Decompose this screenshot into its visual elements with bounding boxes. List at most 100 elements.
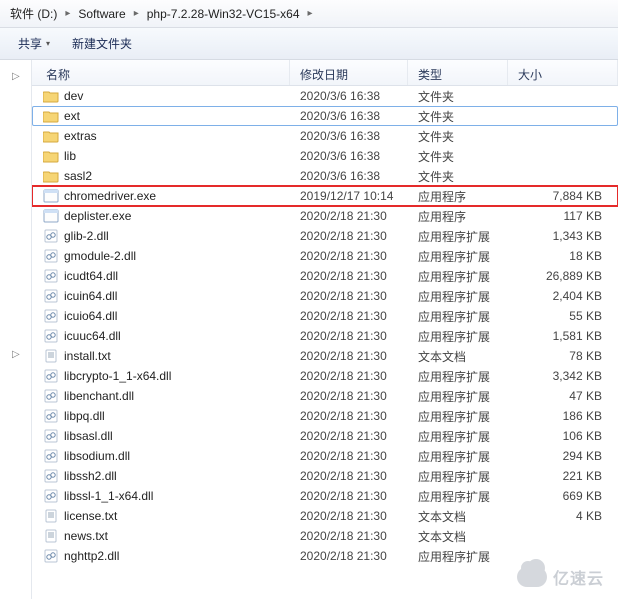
file-row[interactable]: dev2020/3/6 16:38文件夹 — [32, 86, 618, 106]
dll-icon — [42, 548, 60, 564]
txt-icon — [42, 528, 60, 544]
breadcrumb-folder1[interactable]: Software — [72, 3, 131, 25]
file-type: 应用程序扩展 — [418, 368, 528, 385]
tree-pane[interactable]: ▷ ▷ — [0, 60, 32, 599]
cloud-icon — [517, 567, 547, 587]
file-name: install.txt — [64, 349, 300, 363]
file-date: 2020/3/6 16:38 — [300, 89, 418, 103]
file-row[interactable]: ext2020/3/6 16:38文件夹 — [32, 106, 618, 126]
file-row[interactable]: icuio64.dll2020/2/18 21:30应用程序扩展55 KB — [32, 306, 618, 326]
folder-icon — [42, 148, 60, 164]
file-size: 26,889 KB — [528, 269, 618, 283]
file-name: glib-2.dll — [64, 229, 300, 243]
file-date: 2020/2/18 21:30 — [300, 449, 418, 463]
file-row[interactable]: libpq.dll2020/2/18 21:30应用程序扩展186 KB — [32, 406, 618, 426]
dll-icon — [42, 408, 60, 424]
file-row[interactable]: icuuc64.dll2020/2/18 21:30应用程序扩展1,581 KB — [32, 326, 618, 346]
file-row[interactable]: license.txt2020/2/18 21:30文本文档4 KB — [32, 506, 618, 526]
file-name: icuio64.dll — [64, 309, 300, 323]
file-name: nghttp2.dll — [64, 549, 300, 563]
file-row[interactable]: libsodium.dll2020/2/18 21:30应用程序扩展294 KB — [32, 446, 618, 466]
file-row[interactable]: libenchant.dll2020/2/18 21:30应用程序扩展47 KB — [32, 386, 618, 406]
breadcrumb[interactable]: 软件 (D:) ▸ Software ▸ php-7.2.28-Win32-VC… — [0, 0, 618, 28]
file-size: 106 KB — [528, 429, 618, 443]
file-row[interactable]: chromedriver.exe2019/12/17 10:14应用程序7,88… — [32, 186, 618, 206]
file-row[interactable]: icuin64.dll2020/2/18 21:30应用程序扩展2,404 KB — [32, 286, 618, 306]
file-name: libsasl.dll — [64, 429, 300, 443]
file-size: 221 KB — [528, 469, 618, 483]
dll-icon — [42, 488, 60, 504]
header-date[interactable]: 修改日期 — [290, 60, 408, 85]
header-name[interactable]: 名称 — [32, 60, 290, 85]
file-type: 应用程序扩展 — [418, 408, 528, 425]
file-row[interactable]: extras2020/3/6 16:38文件夹 — [32, 126, 618, 146]
file-name: libcrypto-1_1-x64.dll — [64, 369, 300, 383]
file-type: 应用程序扩展 — [418, 448, 528, 465]
file-size: 294 KB — [528, 449, 618, 463]
file-type: 应用程序 — [418, 188, 528, 205]
file-type: 文本文档 — [418, 348, 528, 365]
file-row[interactable]: lib2020/3/6 16:38文件夹 — [32, 146, 618, 166]
file-date: 2020/2/18 21:30 — [300, 349, 418, 363]
file-size: 2,404 KB — [528, 289, 618, 303]
folder-icon — [42, 108, 60, 124]
file-row[interactable]: libssh2.dll2020/2/18 21:30应用程序扩展221 KB — [32, 466, 618, 486]
file-row[interactable]: deplister.exe2020/2/18 21:30应用程序117 KB — [32, 206, 618, 226]
file-name: libsodium.dll — [64, 449, 300, 463]
file-date: 2020/2/18 21:30 — [300, 509, 418, 523]
file-date: 2020/2/18 21:30 — [300, 329, 418, 343]
file-date: 2020/2/18 21:30 — [300, 469, 418, 483]
file-date: 2020/2/18 21:30 — [300, 309, 418, 323]
new-folder-button[interactable]: 新建文件夹 — [64, 31, 140, 56]
file-type: 文本文档 — [418, 528, 528, 545]
breadcrumb-drive[interactable]: 软件 (D:) — [4, 1, 63, 26]
header-size[interactable]: 大小 — [508, 60, 618, 85]
file-row[interactable]: libcrypto-1_1-x64.dll2020/2/18 21:30应用程序… — [32, 366, 618, 386]
file-date: 2020/2/18 21:30 — [300, 269, 418, 283]
file-row[interactable]: news.txt2020/2/18 21:30文本文档 — [32, 526, 618, 546]
breadcrumb-folder2[interactable]: php-7.2.28-Win32-VC15-x64 — [141, 3, 306, 25]
file-size: 7,884 KB — [528, 189, 618, 203]
file-date: 2020/2/18 21:30 — [300, 249, 418, 263]
column-headers: 名称 修改日期 类型 大小 — [32, 60, 618, 86]
file-date: 2020/2/18 21:30 — [300, 409, 418, 423]
file-size: 1,343 KB — [528, 229, 618, 243]
file-name: libssh2.dll — [64, 469, 300, 483]
dll-icon — [42, 228, 60, 244]
file-row[interactable]: libssl-1_1-x64.dll2020/2/18 21:30应用程序扩展6… — [32, 486, 618, 506]
file-name: gmodule-2.dll — [64, 249, 300, 263]
dll-icon — [42, 308, 60, 324]
file-size: 78 KB — [528, 349, 618, 363]
share-button[interactable]: 共享 ▾ — [10, 31, 58, 56]
folder-icon — [42, 88, 60, 104]
file-row[interactable]: glib-2.dll2020/2/18 21:30应用程序扩展1,343 KB — [32, 226, 618, 246]
header-type[interactable]: 类型 — [408, 60, 508, 85]
file-date: 2020/2/18 21:30 — [300, 289, 418, 303]
file-name: icuin64.dll — [64, 289, 300, 303]
file-type: 应用程序扩展 — [418, 468, 528, 485]
txt-icon — [42, 508, 60, 524]
dll-icon — [42, 428, 60, 444]
file-name: deplister.exe — [64, 209, 300, 223]
tree-collapse-icon[interactable]: ▷ — [0, 346, 31, 364]
tree-collapse-icon[interactable]: ▷ — [0, 68, 31, 86]
file-type: 应用程序扩展 — [418, 428, 528, 445]
file-size: 1,581 KB — [528, 329, 618, 343]
watermark-text: 亿速云 — [553, 565, 604, 589]
file-row[interactable]: libsasl.dll2020/2/18 21:30应用程序扩展106 KB — [32, 426, 618, 446]
file-type: 应用程序扩展 — [418, 308, 528, 325]
file-row[interactable]: icudt64.dll2020/2/18 21:30应用程序扩展26,889 K… — [32, 266, 618, 286]
file-row[interactable]: gmodule-2.dll2020/2/18 21:30应用程序扩展18 KB — [32, 246, 618, 266]
file-type: 应用程序扩展 — [418, 328, 528, 345]
file-size: 186 KB — [528, 409, 618, 423]
file-date: 2020/2/18 21:30 — [300, 429, 418, 443]
file-type: 文件夹 — [418, 128, 528, 145]
file-row[interactable]: install.txt2020/2/18 21:30文本文档78 KB — [32, 346, 618, 366]
file-row[interactable]: sasl22020/3/6 16:38文件夹 — [32, 166, 618, 186]
exe-icon — [42, 188, 60, 204]
file-name: extras — [64, 129, 300, 143]
file-name: ext — [64, 109, 300, 123]
file-type: 应用程序扩展 — [418, 548, 528, 565]
dll-icon — [42, 468, 60, 484]
file-date: 2020/2/18 21:30 — [300, 489, 418, 503]
